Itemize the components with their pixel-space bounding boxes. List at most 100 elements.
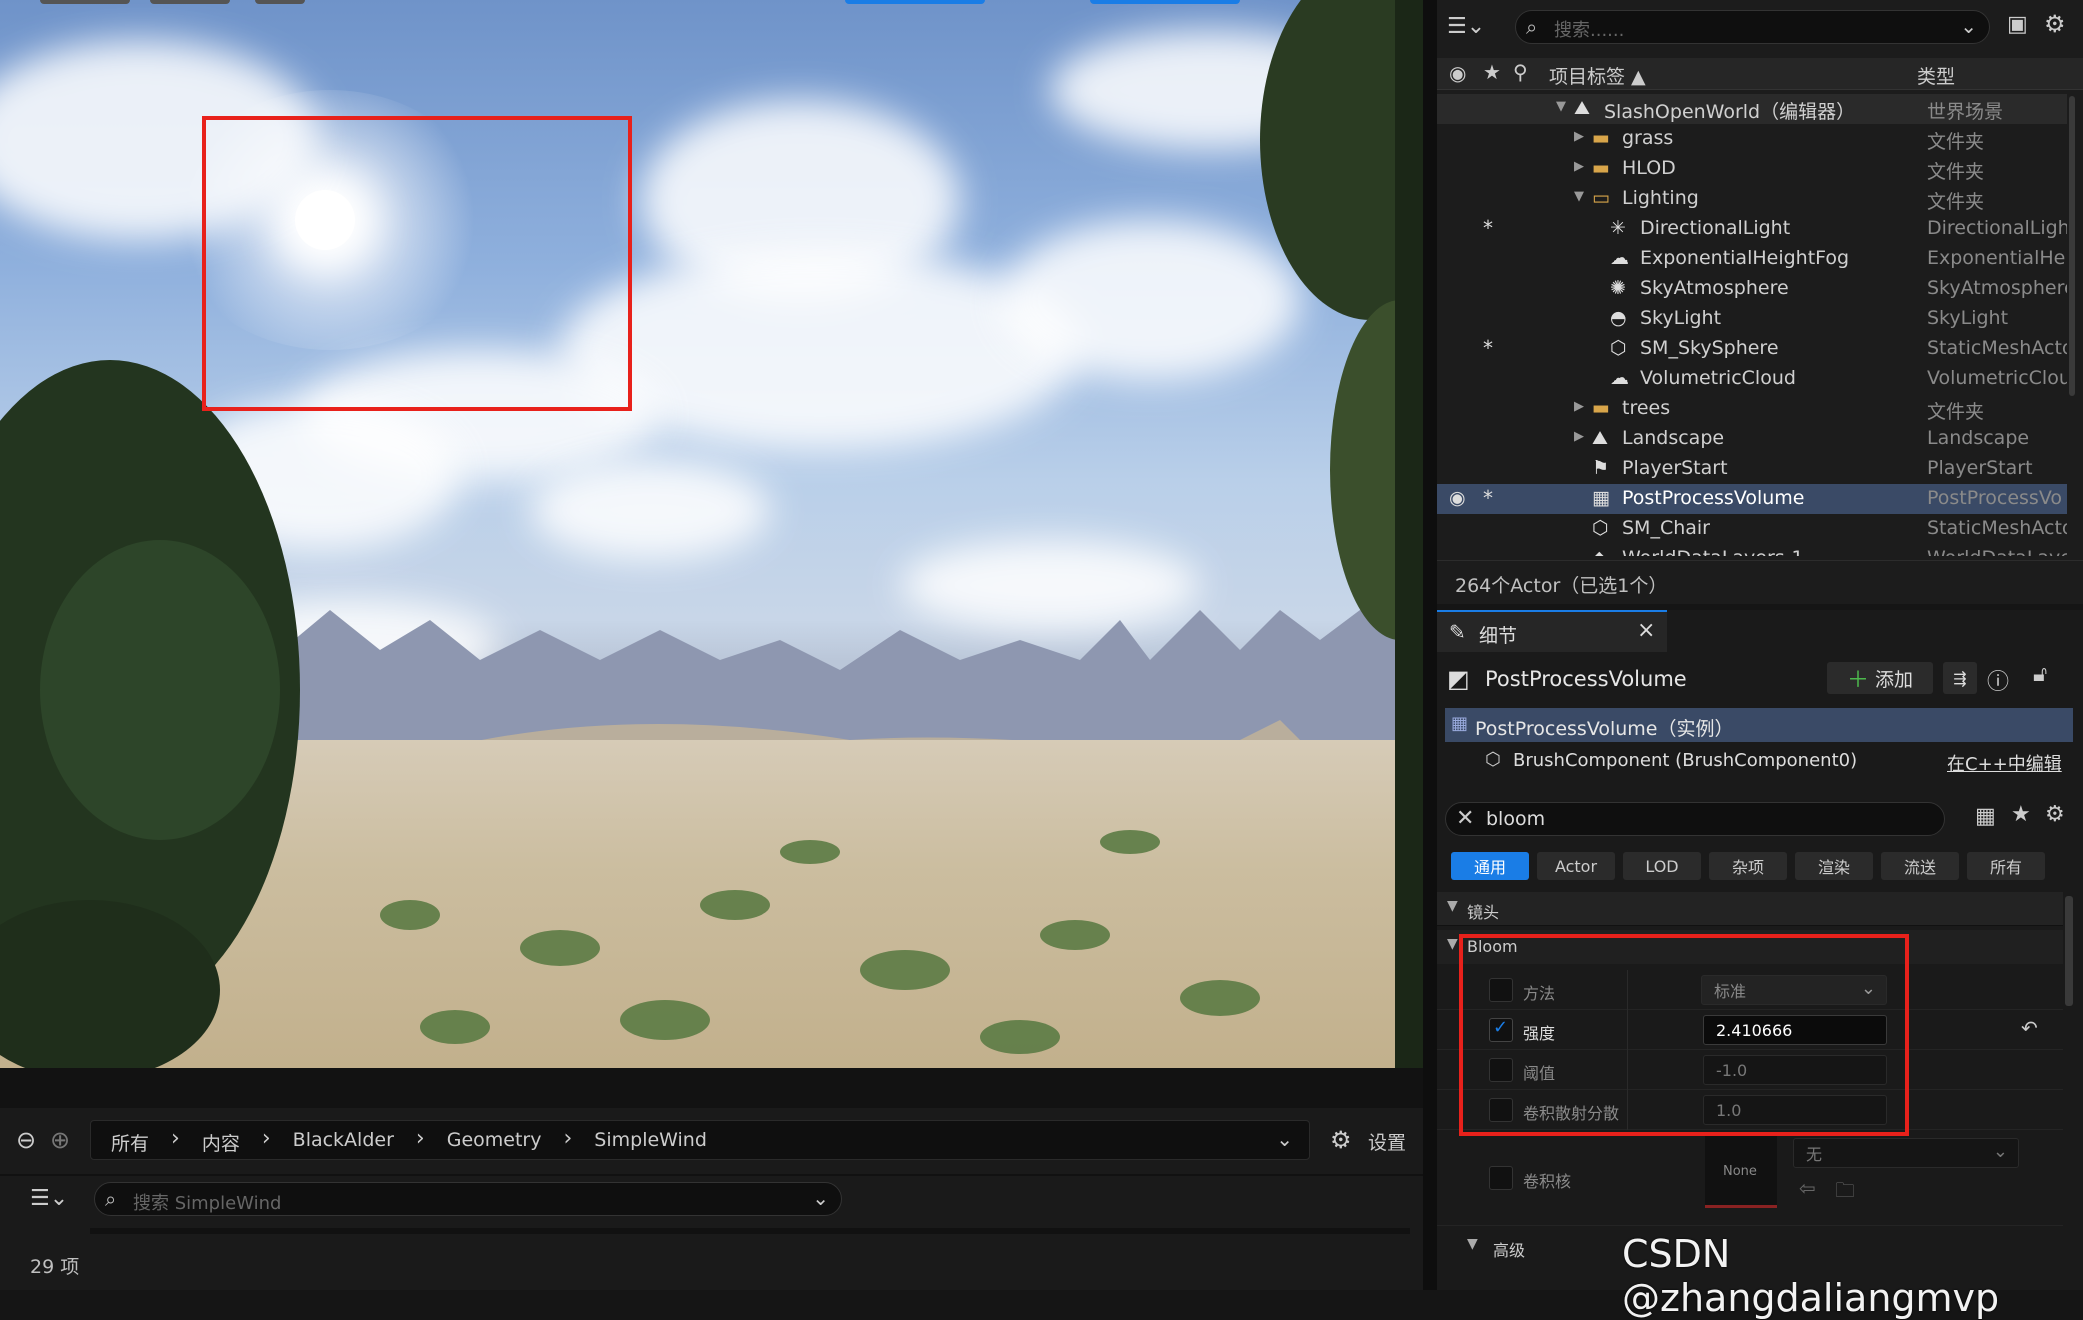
details-search-input[interactable]: bloom [1486,808,1545,830]
filter-tab[interactable]: 通用 [1451,852,1529,880]
outliner-row[interactable]: ◉ * ▦ PostProcessVolume PostProcessVo [1437,484,2067,514]
conv-kernel-row: 卷积核 None 无 ⌄ ⇦ 🗀︎ [1437,1130,2063,1226]
outliner-row[interactable]: ◓ SkyLight SkyLight [1437,304,2067,334]
expand-arrow-icon[interactable]: ▶ [1574,129,1584,144]
favorite-star-icon[interactable]: ★ [2011,802,2031,827]
filter-tab[interactable]: 杂项 [1709,852,1787,880]
filter-icon[interactable]: ☰⌄ [30,1186,68,1211]
settings-gear-icon[interactable]: ⚙ [1330,1126,1352,1154]
details-tab-title: 细节 [1479,625,1518,647]
outliner-row[interactable]: ⬡ SM_Chair StaticMeshActo [1437,514,2067,544]
conv-kernel-select[interactable]: 无 ⌄ [1793,1138,2019,1168]
chevron-right-icon: › [171,1126,180,1151]
filter-tab[interactable]: 所有 [1967,852,2045,880]
playerstart-icon: ⚑ [1592,457,1610,479]
add-folder-icon[interactable]: ▣ [2007,12,2028,37]
brush-icon: ⬡ [1485,749,1501,770]
expand-arrow-icon[interactable]: ▶ [1574,399,1584,414]
cb-search-box[interactable]: ⌕ 搜索 SimpleWind ⌄ [94,1182,842,1216]
expand-arrow-icon[interactable]: ▼ [1556,99,1566,114]
add-component-button[interactable]: ＋ 添加 [1827,662,1933,694]
expand-arrow-icon[interactable]: ▶ [1574,429,1584,444]
filter-tab[interactable]: 渲染 [1795,852,1873,880]
blueprint-icon[interactable]: ⇶ [1943,662,1977,694]
col-label-header[interactable]: 项目标签 ▲ [1549,62,1646,89]
eye-icon[interactable]: ◉ [1449,61,1466,85]
star-icon[interactable]: ★ [1483,60,1501,84]
mesh-icon: ⬡ [1592,517,1609,539]
details-scrollbar[interactable] [2065,896,2073,1006]
outliner-item-type: ExponentialHeig [1927,247,2067,269]
reset-icon[interactable]: ↶ [2021,1016,2038,1040]
outliner-row[interactable]: * ⬡ SM_SkySphere StaticMeshActo [1437,334,2067,364]
scrollbar[interactable] [2069,96,2075,396]
search-box[interactable]: ⌕ 搜索...... ⌄ [1515,10,1990,44]
details-gear-icon[interactable]: ⚙ [2045,802,2065,827]
fog-icon: ☁ [1610,247,1629,269]
outliner-item-type: PostProcessVo [1927,487,2062,509]
outliner-item-label: Lighting [1622,187,1699,209]
breadcrumb-item[interactable]: SimpleWind [594,1129,707,1156]
expand-arrow-icon[interactable]: ▼ [1574,189,1584,204]
expand-arrow-icon[interactable]: ▶ [1574,159,1584,174]
settings-button[interactable]: 设置 [1368,1128,1406,1155]
lock-icon[interactable]: 🔓︎ [2033,662,2047,687]
plus-icon: ＋ [1846,668,1869,693]
breadcrumb-item[interactable]: 内容 [202,1129,240,1156]
forward-icon[interactable]: ⊕ [50,1126,70,1154]
volume-icon: ▦ [1451,713,1469,734]
use-selected-icon[interactable]: ⇦ [1799,1176,1816,1200]
outliner-item-label: SM_SkySphere [1640,337,1779,359]
eye-icon[interactable]: ◉ [1449,487,1466,509]
outliner-row[interactable]: ▶ ▬ HLOD 文件夹 [1437,154,2067,184]
clear-icon[interactable]: ✕ [1456,806,1474,831]
outliner-row[interactable]: ✺ SkyAtmosphere SkyAtmosphere [1437,274,2067,304]
outliner-row[interactable]: * ✳ DirectionalLight DirectionalLight [1437,214,2067,244]
outliner-row[interactable]: ▶ ⛰ Landscape Landscape [1437,424,2067,454]
gear-icon[interactable]: ⚙ [2044,10,2066,38]
close-icon[interactable]: × [1637,618,1655,643]
filter-tab[interactable]: LOD [1623,852,1701,880]
chevron-down-icon[interactable]: ⌄ [812,1186,829,1210]
outliner-row[interactable]: ◆ WorldDataLayers-1 WorldDataLaye [1437,544,2067,556]
outliner-item-label: Landscape [1622,427,1725,449]
outliner-item-type: VolumetricClou [1927,367,2067,389]
breadcrumb-item[interactable]: 所有 [111,1129,149,1156]
details-search[interactable]: ✕ bloom [1445,802,1945,836]
breadcrumb-item[interactable]: Geometry [447,1129,542,1156]
pin-icon[interactable]: ⚲ [1513,60,1528,84]
outliner-item-type: 文件夹 [1927,131,1985,153]
details-tab[interactable]: ✎ 细节 × [1437,610,1667,652]
chevron-down-icon[interactable]: ⌄ [1276,1127,1293,1151]
outliner-row[interactable]: ▶ ▬ grass 文件夹 [1437,124,2067,154]
outliner-row[interactable]: ☁ VolumetricCloud VolumetricClou [1437,364,2067,394]
section-lens[interactable]: ▼ 镜头 [1437,892,2063,926]
cb-search-input[interactable]: 搜索 SimpleWind [133,1189,281,1215]
outliner-row[interactable]: ⚑ PlayerStart PlayerStart [1437,454,2067,484]
table-view-icon[interactable]: ▦ [1975,804,1996,829]
help-icon[interactable]: ⓘ [1987,664,2009,696]
browse-icon[interactable]: 🗀︎ [1835,1176,1855,1210]
edit-cpp-link[interactable]: 在C++中编辑 [1947,750,2062,776]
level-viewport[interactable] [0,0,1423,1068]
col-type-header[interactable]: 类型 [1917,62,1955,89]
outliner-item-label: DirectionalLight [1640,217,1791,239]
content-browser: ⊖ ⊕ 所有 › 内容 › BlackAlder › Geometry › SimpleWind… [0,1068,1423,1290]
outliner-row[interactable]: ▼ ▭ Lighting 文件夹 [1437,184,2067,214]
texture-thumbnail[interactable]: None [1705,1136,1777,1208]
back-icon[interactable]: ⊖ [16,1126,36,1154]
filter-tab[interactable]: 流送 [1881,852,1959,880]
outliner-row[interactable]: ☁ ExponentialHeightFog ExponentialHeig [1437,244,2067,274]
outliner-item-label: PostProcessVolume [1622,487,1805,509]
outliner-row[interactable]: ▶ ▬ trees 文件夹 [1437,394,2067,424]
breadcrumb-item[interactable]: BlackAlder [293,1129,394,1156]
chevron-down-icon[interactable]: ⌄ [1960,14,1977,38]
outliner-row[interactable]: ▼ ⛰ SlashOpenWorld（编辑器） 世界场景 [1437,94,2067,124]
conv-kernel-checkbox[interactable] [1489,1166,1513,1190]
outliner-item-type: Landscape [1927,427,2030,449]
search-input[interactable]: 搜索...... [1554,16,1624,42]
component-row[interactable]: ⬡ BrushComponent (BrushComponent0) 在C++中… [1445,744,2073,778]
filter-icon[interactable]: ☰⌄ [1447,14,1485,39]
filter-tab[interactable]: Actor [1537,852,1615,880]
instance-row[interactable]: ▦ PostProcessVolume（实例） [1445,708,2073,742]
